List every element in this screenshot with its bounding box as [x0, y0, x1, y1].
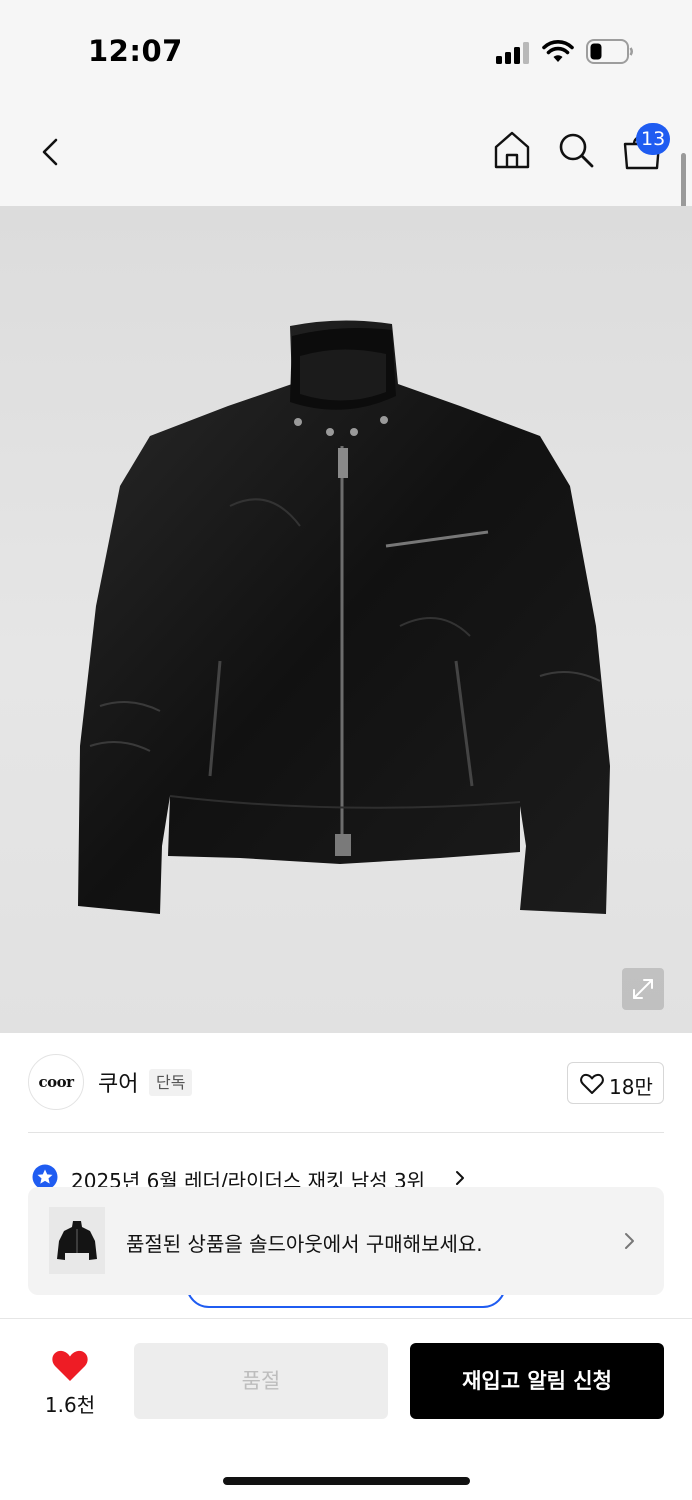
- home-icon[interactable]: [490, 128, 534, 172]
- divider: [28, 1132, 664, 1133]
- cart-count-badge: 13: [636, 123, 671, 155]
- chevron-right-icon: [625, 1233, 634, 1249]
- wifi-icon: [542, 40, 574, 62]
- status-bar: 12:07: [0, 0, 692, 100]
- product-image[interactable]: [0, 206, 692, 1033]
- top-nav: [0, 100, 692, 206]
- back-button[interactable]: [30, 130, 70, 174]
- heart-outline-icon: [580, 1073, 604, 1094]
- brand-logo[interactable]: coor: [28, 1054, 84, 1110]
- chevron-right-icon: [456, 1171, 464, 1185]
- search-icon[interactable]: [554, 128, 598, 172]
- expand-icon[interactable]: [622, 968, 664, 1010]
- heart-filled-icon[interactable]: [51, 1349, 89, 1383]
- restock-alert-button[interactable]: 재입고 알림 신청: [410, 1343, 664, 1419]
- soldout-banner-text: 품절된 상품을 솔드아웃에서 구매해보세요.: [126, 1232, 483, 1256]
- bottom-action-bar: 1.6천 품절 재입고 알림 신청: [0, 1318, 692, 1500]
- product-thumbnail: [49, 1207, 105, 1274]
- brand-like-count: 18만: [609, 1075, 653, 1099]
- exclusive-badge: 단독: [149, 1069, 193, 1096]
- soldout-button: 품절: [134, 1343, 388, 1419]
- cellular-signal-icon: [496, 40, 532, 64]
- soldout-banner[interactable]: 품절된 상품을 솔드아웃에서 구매해보세요.: [28, 1187, 664, 1295]
- battery-icon: [586, 39, 633, 64]
- brand-name[interactable]: 쿠어: [98, 1066, 138, 1098]
- leather-jacket-image: [78, 320, 610, 914]
- status-time: 12:07: [88, 34, 183, 68]
- wish-count: 1.6천: [44, 1393, 96, 1417]
- brand-like-button[interactable]: 18만: [567, 1062, 664, 1104]
- home-indicator: [223, 1477, 470, 1485]
